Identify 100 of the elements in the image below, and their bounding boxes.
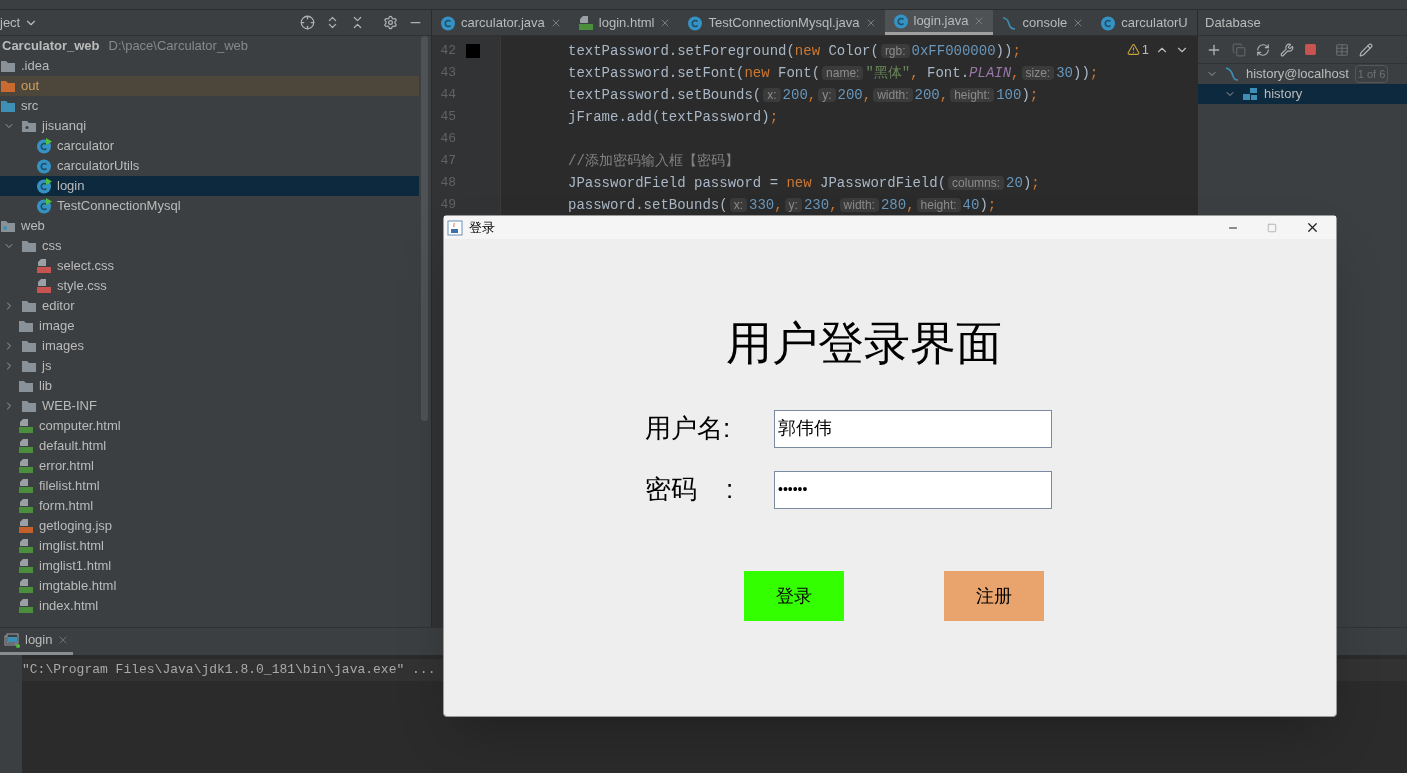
tree-item[interactable]: css [0,236,419,256]
panel-title[interactable]: ject [0,12,21,33]
tree-item[interactable]: out [0,76,419,96]
tree-item[interactable]: form.html [0,496,419,516]
settings-icon[interactable] [383,15,398,30]
code-line: password.setBounds( x: 330, y: 230, width: 280, height: 40); [568,195,997,215]
schema-icon [1242,87,1258,101]
tree-item[interactable]: jisuanqi [0,116,419,136]
item-label: default.html [39,437,107,456]
color-swatch[interactable] [466,44,480,58]
editor-tab[interactable]: carculatorU [1092,10,1196,35]
file-icon [18,518,34,534]
tree-item[interactable]: carculator [0,136,419,156]
warning-icon[interactable] [1126,43,1140,57]
coffee-cup-icon [447,219,463,236]
tree-item[interactable]: imgtable.html [0,576,419,596]
maximize-icon[interactable] [1267,222,1277,233]
class-icon [440,14,456,31]
locate-icon[interactable] [300,15,315,30]
login-heading: 用户登录界面 [726,317,1003,369]
tree-item[interactable]: default.html [0,436,419,456]
tree-item[interactable]: history [1198,84,1407,104]
tree-item[interactable]: imglist.html [0,536,419,556]
code-line: JPasswordField password = new JPasswordField( columns: 20); [568,173,1040,193]
editor-tab[interactable]: TestConnectionMysql.java [679,10,885,35]
tree-item[interactable]: lib [0,376,419,396]
file-icon [18,418,34,434]
item-label: select.css [57,257,115,276]
tree-item[interactable]: imglist1.html [0,556,419,576]
stop-icon[interactable] [1304,43,1317,56]
tree-item[interactable]: editor [0,296,419,316]
tree-item[interactable]: TestConnectionMysql [0,196,419,216]
file-icon [577,14,594,31]
copy-icon[interactable] [1232,42,1246,57]
username-field[interactable]: 郭伟伟 [774,409,1052,448]
tree-item[interactable]: filelist.html [0,476,419,496]
editor-tab[interactable]: login.html [569,10,680,35]
tree-item[interactable]: js [0,356,419,376]
tree-item[interactable]: image [0,316,419,336]
field-label: 用户名: [645,412,732,445]
editor-tab[interactable]: console [993,10,1093,35]
file-icon [18,438,34,454]
folder-icon [0,219,16,233]
item-label: carculatorUtils [57,157,140,176]
class-icon [36,158,52,174]
tree-item[interactable]: getloging.jsp [0,516,419,536]
scrollbar-thumb[interactable] [421,36,428,421]
item-label: imgtable.html [39,577,117,596]
tree-item[interactable]: web [0,216,419,236]
item-label: computer.html [39,417,121,436]
refresh-icon[interactable] [1256,42,1270,57]
folder-icon [18,319,34,333]
wrench-icon[interactable] [1280,42,1294,57]
password-field[interactable]: •••••• [774,470,1052,509]
code-line: textPassword.setBounds( x: 200, y: 200, width: 200, height: 100); [568,85,1039,105]
class-icon [892,13,909,29]
item-label: js [42,357,52,376]
tree-item[interactable]: computer.html [0,416,419,436]
item-label: editor [42,297,75,316]
dialog-button[interactable]: 注册 [944,571,1044,621]
tree-item[interactable]: login [0,176,419,196]
item-label: web [21,217,45,236]
tree-item[interactable]: Carculator_web D:\pace\Carculator_web [0,36,419,56]
tree-item[interactable]: select.css [0,256,419,276]
item-label: src [21,97,39,116]
tree-item[interactable]: images [0,336,419,356]
folder-icon [21,239,37,253]
close-icon[interactable] [1305,220,1320,235]
tree-item[interactable]: index.html [0,596,419,616]
tree-item[interactable]: src [0,96,419,116]
editor-tab[interactable]: carculator.java [432,10,570,35]
editor-tab[interactable]: login.java [884,10,994,35]
edit-icon[interactable] [1359,42,1373,57]
item-label: form.html [39,497,94,516]
file-icon [36,258,52,274]
item-label: style.css [57,277,107,296]
file-icon [18,458,34,474]
code-line: textPassword.setForeground(new Color( rgb: 0xFF000000)); [568,41,1021,61]
item-label: error.html [39,457,94,476]
warning-count[interactable]: 1 [1141,40,1149,60]
item-label: history@localhost [1246,65,1349,84]
class-icon [36,178,52,194]
tree-item[interactable]: WEB-INF [0,396,419,416]
table-icon[interactable] [1335,42,1349,57]
folder-icon [21,359,37,373]
item-label: imglist1.html [39,557,112,576]
item-label: images [42,337,84,356]
item-label: TestConnectionMysql [57,197,181,216]
console-icon [4,632,20,648]
code-line: //添加密码输入框【密码】 [568,151,739,171]
tree-item[interactable]: error.html [0,456,419,476]
folder-icon [21,299,37,313]
folder-icon [0,99,16,113]
tree-item[interactable]: carculatorUtils [0,156,419,176]
tree-item[interactable]: .idea [0,56,419,76]
class-icon [36,138,52,154]
item-label: getloging.jsp [39,517,112,536]
item-label: filelist.html [39,477,100,496]
dialog-button[interactable]: 登录 [744,571,844,621]
tree-item[interactable]: style.css [0,276,419,296]
